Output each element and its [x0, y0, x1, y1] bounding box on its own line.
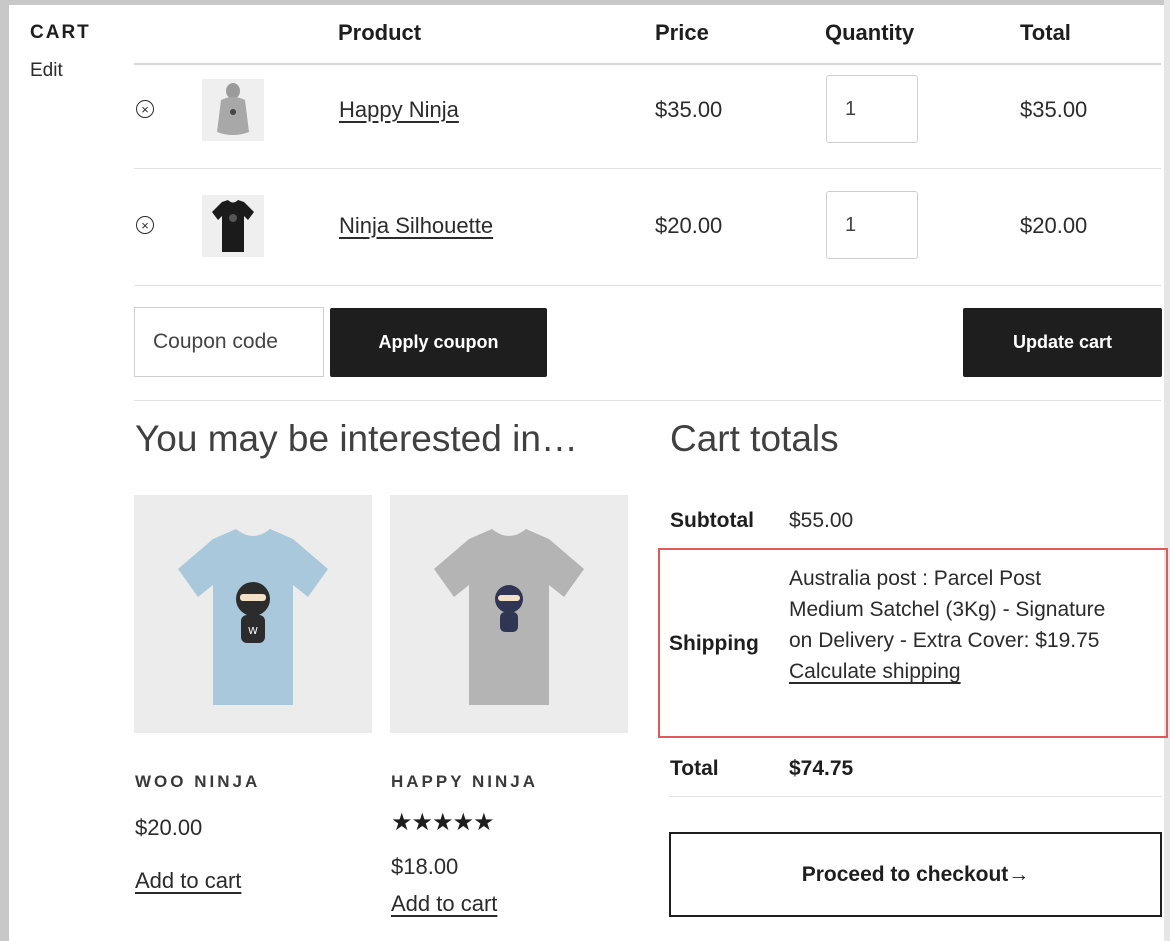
hoodie-icon [217, 83, 249, 135]
shipping-details: Australia post : Parcel Post Medium Satc… [789, 563, 1159, 687]
product-price: $18.00 [391, 854, 459, 879]
apply-coupon-button[interactable]: Apply coupon [330, 308, 547, 377]
tshirt-thumbnail[interactable] [202, 195, 264, 257]
quantity-input[interactable]: 1 [826, 75, 918, 143]
row-divider [134, 168, 1161, 169]
row-total: $35.00 [1020, 97, 1088, 122]
window-frame-left [0, 0, 9, 941]
product-link-happy-ninja[interactable]: Happy Ninja [339, 97, 459, 123]
header-quantity: Quantity [825, 20, 915, 45]
svg-text:W: W [248, 626, 258, 637]
add-to-cart-link[interactable]: Add to cart [135, 868, 241, 894]
update-cart-button[interactable]: Update cart [963, 308, 1162, 377]
shipping-method-line: Australia post : Parcel Post [789, 567, 1042, 590]
product-price: $20.00 [135, 815, 203, 840]
add-to-cart-link[interactable]: Add to cart [391, 891, 497, 917]
cart-totals-title: Cart totals [670, 418, 839, 459]
calculate-shipping-link[interactable]: Calculate shipping [789, 660, 961, 683]
header-total: Total [1020, 20, 1071, 45]
cross-sells-title: You may be interested in… [135, 418, 578, 459]
remove-item-icon[interactable]: × [136, 216, 154, 234]
row-divider [134, 285, 1161, 286]
totals-divider [669, 796, 1162, 797]
hoodie-thumbnail[interactable] [202, 79, 264, 141]
total-value: $74.75 [789, 757, 854, 780]
subtotal-value: $55.00 [789, 509, 854, 532]
product-link-ninja-silhouette[interactable]: Ninja Silhouette [339, 213, 493, 239]
happy-ninja-image[interactable] [390, 495, 628, 733]
grey-tshirt-icon [434, 529, 584, 705]
proceed-to-checkout-button[interactable]: Proceed to checkout→ [669, 832, 1162, 917]
star-rating-icon: ★★★★★ [391, 809, 495, 836]
blue-tshirt-icon: W [178, 529, 328, 705]
row-total: $20.00 [1020, 213, 1088, 238]
shipping-method-line: on Delivery - Extra Cover: $19.75 [789, 629, 1100, 652]
window-frame-right [1164, 0, 1170, 941]
actions-divider [134, 400, 1161, 401]
window-frame-top [0, 0, 1170, 5]
header-price: Price [655, 20, 709, 45]
row-price: $35.00 [655, 97, 723, 122]
quantity-input[interactable]: 1 [826, 191, 918, 259]
woo-ninja-image[interactable]: W [134, 495, 372, 733]
row-price: $20.00 [655, 213, 723, 238]
shipping-label: Shipping [669, 632, 759, 655]
total-label: Total [670, 757, 719, 780]
edit-link[interactable]: Edit [30, 60, 63, 82]
coupon-code-input[interactable]: Coupon code [134, 307, 324, 377]
header-product: Product [338, 20, 422, 45]
page-title: CART [30, 22, 91, 43]
shipping-method-line: Medium Satchel (3Kg) - Signature [789, 598, 1106, 621]
remove-item-icon[interactable]: × [136, 100, 154, 118]
subtotal-label: Subtotal [670, 509, 754, 532]
product-name[interactable]: HAPPY NINJA [391, 772, 538, 792]
tshirt-icon [212, 200, 254, 252]
header-divider [134, 63, 1161, 65]
product-name[interactable]: WOO NINJA [135, 772, 260, 792]
